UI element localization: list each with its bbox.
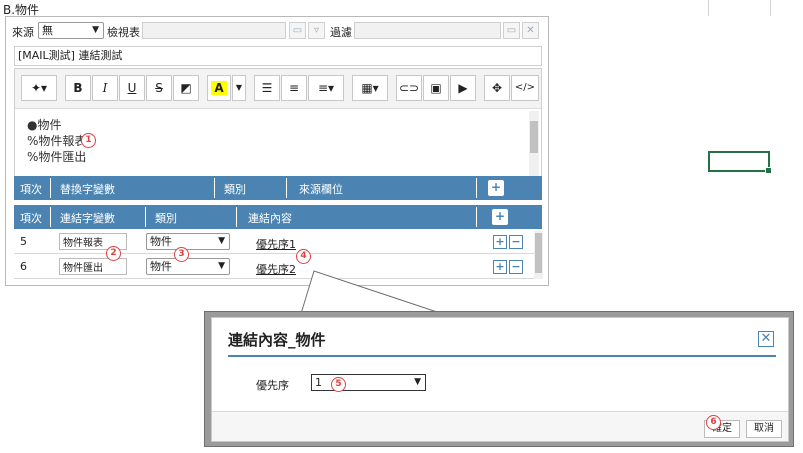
priority-label: 優先序: [256, 379, 289, 392]
dialog-title: 連結內容_物件: [228, 331, 326, 349]
callout-badge: 5: [331, 377, 346, 392]
chevron-down-icon: ▼: [414, 377, 421, 387]
callout-badge: 3: [174, 247, 189, 262]
link-content-dialog: 連結內容_物件 ✕ 優先序 1 ▼ 確定 取消 5 6: [211, 317, 789, 442]
callout-badge: 4: [296, 249, 311, 264]
callout-badge: 6: [706, 415, 721, 430]
priority-value: 1: [315, 376, 322, 389]
dialog-divider: [228, 355, 776, 357]
dialog-backdrop: 連結內容_物件 ✕ 優先序 1 ▼ 確定 取消 5 6: [204, 311, 794, 447]
close-icon[interactable]: ✕: [758, 331, 774, 347]
callout-badge: 2: [106, 246, 121, 261]
dialog-footer: [212, 412, 788, 441]
callout-badge: 1: [81, 133, 96, 148]
cancel-button[interactable]: 取消: [746, 420, 782, 438]
priority-select[interactable]: 1 ▼: [311, 374, 426, 391]
